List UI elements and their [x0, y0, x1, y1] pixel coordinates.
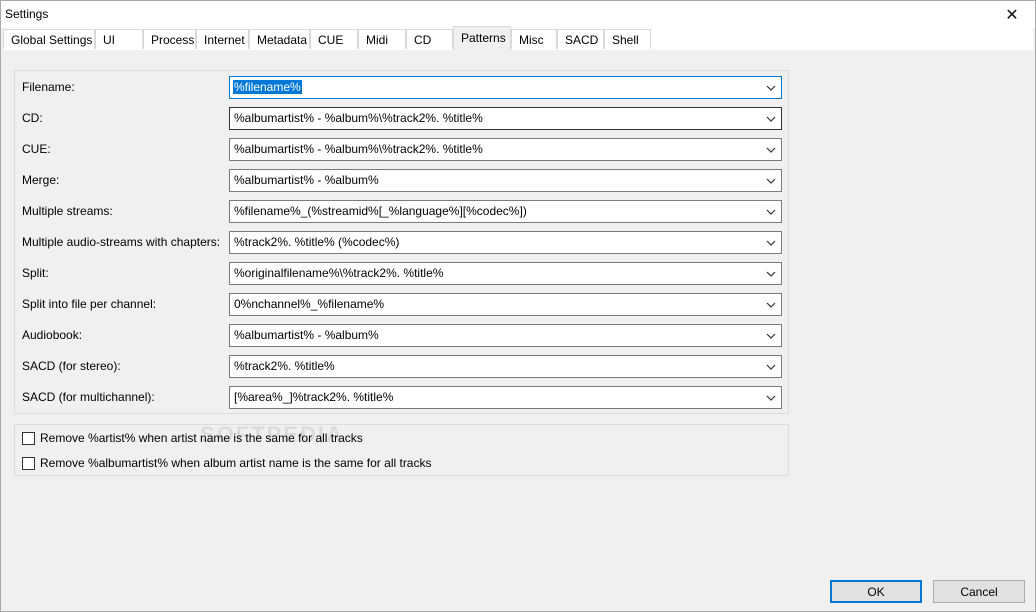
- pattern-label: CD:: [22, 111, 43, 125]
- pattern-row-audiobook: Audiobook: %albumartist% - %album%: [15, 324, 790, 348]
- filename-pattern-combo[interactable]: %filename%: [229, 76, 782, 99]
- pattern-value[interactable]: [%area%_]%track2%. %title%: [234, 390, 393, 404]
- audio-streams-chapters-pattern-combo[interactable]: %track2%. %title% (%codec%): [229, 231, 782, 254]
- settings-window: Settings ✕ Global Settings UI Process In…: [0, 0, 1036, 612]
- patterns-group: Filename: %filename% CD: %albumartist% -…: [14, 70, 789, 414]
- pattern-value[interactable]: 0%nchannel%_%filename%: [234, 297, 384, 311]
- chevron-down-icon[interactable]: [763, 110, 778, 127]
- tab-ui[interactable]: UI: [95, 29, 143, 49]
- window-title: Settings: [5, 7, 49, 21]
- pattern-value[interactable]: %filename%: [233, 80, 302, 94]
- pattern-row-cd: CD: %albumartist% - %album%\%track2%. %t…: [15, 107, 790, 131]
- pattern-row-split-per-channel: Split into file per channel: 0%nchannel%…: [15, 293, 790, 317]
- tab-process[interactable]: Process: [143, 29, 196, 49]
- pattern-value[interactable]: %albumartist% - %album%: [234, 173, 379, 187]
- pattern-value[interactable]: %albumartist% - %album%: [234, 328, 379, 342]
- tab-metadata[interactable]: Metadata: [249, 29, 310, 49]
- title-bar: Settings ✕: [1, 1, 1035, 28]
- pattern-label: SACD (for multichannel):: [22, 390, 155, 404]
- options-group: Remove %artist% when artist name is the …: [14, 424, 789, 476]
- pattern-row-cue: CUE: %albumartist% - %album%\%track2%. %…: [15, 138, 790, 162]
- pattern-value[interactable]: %albumartist% - %album%\%track2%. %title…: [234, 142, 483, 156]
- pattern-label: CUE:: [22, 142, 51, 156]
- chevron-down-icon[interactable]: [763, 327, 778, 344]
- remove-artist-checkbox[interactable]: [22, 431, 35, 445]
- chevron-down-icon[interactable]: [763, 141, 778, 158]
- audiobook-pattern-combo[interactable]: %albumartist% - %album%: [229, 324, 782, 347]
- pattern-label: Multiple streams:: [22, 204, 113, 218]
- tab-strip: Global Settings UI Process Internet Meta…: [3, 26, 1033, 51]
- close-icon[interactable]: ✕: [989, 1, 1035, 28]
- pattern-label: SACD (for stereo):: [22, 359, 121, 373]
- pattern-value[interactable]: %track2%. %title%: [234, 359, 335, 373]
- cancel-button[interactable]: Cancel: [933, 580, 1025, 603]
- pattern-row-sacd-multichannel: SACD (for multichannel): [%area%_]%track…: [15, 386, 790, 410]
- pattern-row-merge: Merge: %albumartist% - %album%: [15, 169, 790, 193]
- pattern-label: Merge:: [22, 173, 60, 187]
- chevron-down-icon[interactable]: [763, 265, 778, 282]
- cue-pattern-combo[interactable]: %albumartist% - %album%\%track2%. %title…: [229, 138, 782, 161]
- merge-pattern-combo[interactable]: %albumartist% - %album%: [229, 169, 782, 192]
- tab-internet[interactable]: Internet: [196, 29, 249, 49]
- tab-patterns[interactable]: Patterns: [453, 26, 511, 50]
- ok-button[interactable]: OK: [830, 580, 922, 603]
- sacd-multichannel-pattern-combo[interactable]: [%area%_]%track2%. %title%: [229, 386, 782, 409]
- tab-cd[interactable]: CD: [406, 29, 453, 49]
- remove-artist-label[interactable]: Remove %artist% when artist name is the …: [40, 431, 363, 445]
- chevron-down-icon[interactable]: [763, 296, 778, 313]
- pattern-label: Multiple audio-streams with chapters:: [22, 235, 221, 249]
- pattern-row-filename: Filename: %filename%: [15, 76, 790, 100]
- pattern-label: Filename:: [22, 80, 75, 94]
- pattern-label: Split into file per channel:: [22, 297, 157, 311]
- pattern-label: Split:: [22, 266, 49, 280]
- split-pattern-combo[interactable]: %originalfilename%\%track2%. %title%: [229, 262, 782, 285]
- chevron-down-icon[interactable]: [763, 234, 778, 251]
- tab-cue[interactable]: CUE: [310, 29, 358, 49]
- tab-shell[interactable]: Shell: [604, 29, 651, 49]
- remove-albumartist-label[interactable]: Remove %albumartist% when album artist n…: [40, 456, 431, 470]
- tab-misc[interactable]: Misc: [511, 29, 557, 49]
- patterns-panel: Filename: %filename% CD: %albumartist% -…: [3, 50, 1033, 570]
- pattern-value[interactable]: %albumartist% - %album%\%track2%. %title…: [234, 111, 483, 125]
- chevron-down-icon[interactable]: [763, 358, 778, 375]
- pattern-row-multiple-streams: Multiple streams: %filename%_(%streamid%…: [15, 200, 790, 224]
- split-per-channel-pattern-combo[interactable]: 0%nchannel%_%filename%: [229, 293, 782, 316]
- remove-albumartist-checkbox[interactable]: [22, 456, 35, 470]
- pattern-row-audio-streams-chapters: Multiple audio-streams with chapters: %t…: [15, 231, 790, 255]
- pattern-value[interactable]: %originalfilename%\%track2%. %title%: [234, 266, 443, 280]
- tab-global-settings[interactable]: Global Settings: [3, 29, 95, 49]
- pattern-row-split: Split: %originalfilename%\%track2%. %tit…: [15, 262, 790, 286]
- pattern-value[interactable]: %track2%. %title% (%codec%): [234, 235, 399, 249]
- chevron-down-icon[interactable]: [763, 79, 778, 96]
- chevron-down-icon[interactable]: [763, 389, 778, 406]
- tab-sacd[interactable]: SACD: [557, 29, 604, 49]
- sacd-stereo-pattern-combo[interactable]: %track2%. %title%: [229, 355, 782, 378]
- pattern-label: Audiobook:: [22, 328, 83, 342]
- cd-pattern-combo[interactable]: %albumartist% - %album%\%track2%. %title…: [229, 107, 782, 130]
- chevron-down-icon[interactable]: [763, 172, 778, 189]
- multiple-streams-pattern-combo[interactable]: %filename%_(%streamid%[_%language%][%cod…: [229, 200, 782, 223]
- remove-artist-option[interactable]: Remove %artist% when artist name is the …: [22, 430, 363, 446]
- pattern-row-sacd-stereo: SACD (for stereo): %track2%. %title%: [15, 355, 790, 379]
- remove-albumartist-option[interactable]: Remove %albumartist% when album artist n…: [22, 455, 431, 471]
- pattern-value[interactable]: %filename%_(%streamid%[_%language%][%cod…: [234, 204, 527, 218]
- tab-midi[interactable]: Midi: [358, 29, 406, 49]
- chevron-down-icon[interactable]: [763, 203, 778, 220]
